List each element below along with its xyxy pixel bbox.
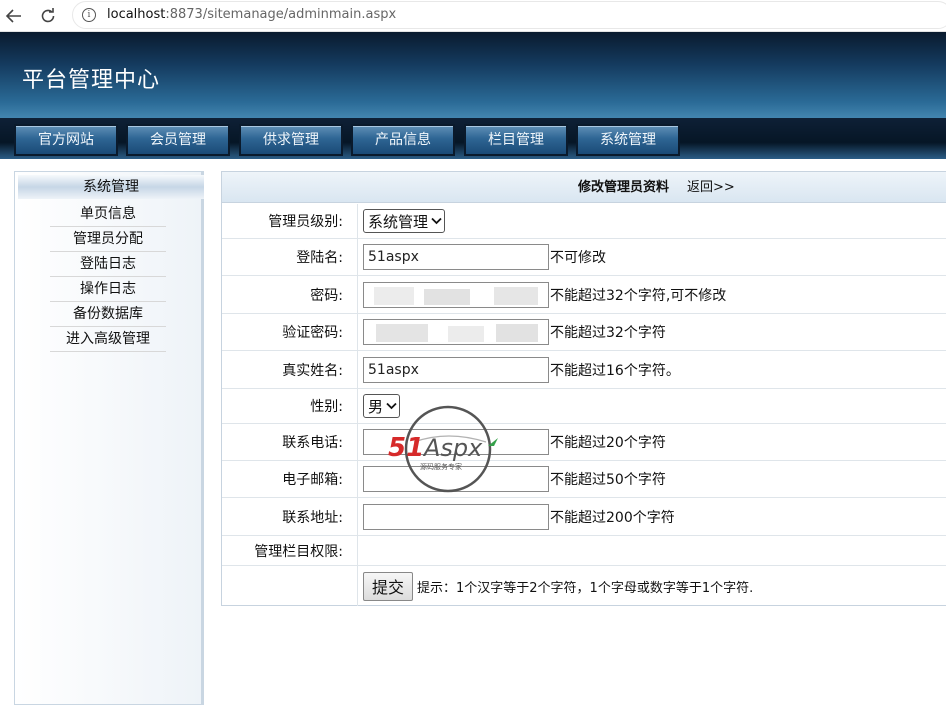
confirm-password-field: 不能超过32个字符 (359, 314, 946, 350)
site-header: 平台管理中心 官方网站 会员管理 供求管理 产品信息 栏目管理 系统管理 (0, 32, 946, 159)
password-hint: 不能超过32个字符,可不修改 (550, 287, 727, 304)
permissions-label: 管理栏目权限: (222, 536, 358, 565)
form-header: 修改管理员资料 返回>> (222, 172, 946, 203)
form-title: 修改管理员资料 (578, 180, 670, 195)
password-input[interactable] (363, 281, 549, 308)
chevron-down-icon (431, 215, 442, 228)
login-name-label: 登陆名: (222, 239, 358, 275)
real-name-label: 真实姓名: (222, 351, 358, 388)
confirm-password-hint: 不能超过32个字符 (550, 325, 666, 341)
watermark-logo: 51 Aspx 源码服务专家 (388, 404, 512, 494)
sidebar: 系统管理 单页信息 管理员分配 登陆日志 操作日志 备份数据库 进入高级管理 (14, 171, 204, 705)
url-path: :8873/sitemanage/adminmain.aspx (165, 7, 397, 22)
reload-icon[interactable] (36, 4, 60, 28)
confirm-password-input[interactable] (363, 319, 549, 345)
real-name-input[interactable] (363, 356, 549, 383)
sidebar-heading: 系统管理 (18, 175, 204, 199)
watermark-tagline: 源码服务专家 (420, 462, 462, 471)
address-input[interactable] (363, 503, 549, 530)
admin-level-field: 系统管理 (359, 204, 946, 238)
password-field: 不能超过32个字符,可不修改 (359, 276, 946, 313)
submit-row-label (222, 566, 358, 606)
sidebar-item-single-page[interactable]: 单页信息 (50, 202, 166, 227)
url-text: localhost:8873/sitemanage/adminmain.aspx (107, 7, 396, 22)
gender-value: 男 (368, 397, 384, 416)
phone-hint: 不能超过20个字符 (550, 435, 666, 451)
nav-member-management[interactable]: 会员管理 (126, 124, 230, 156)
sidebar-item-advanced-admin[interactable]: 进入高级管理 (50, 327, 166, 352)
phone-label: 联系电话: (222, 424, 358, 460)
row-permissions: 管理栏目权限: (222, 536, 946, 566)
admin-level-label: 管理员级别: (222, 204, 358, 238)
admin-level-value: 系统管理 (368, 212, 429, 231)
login-name-hint: 不可修改 (550, 250, 606, 266)
sidebar-item-login-log[interactable]: 登陆日志 (50, 252, 166, 277)
real-name-hint: 不能超过16个字符。 (550, 362, 680, 379)
url-host: localhost (107, 7, 166, 22)
submit-field: 提交 提示：1个汉字等于2个字符，1个字母或数字等于1个字符. (359, 566, 946, 606)
nav-product-info[interactable]: 产品信息 (351, 124, 455, 156)
row-admin-level: 管理员级别: 系统管理 (222, 204, 946, 239)
login-name-input[interactable] (363, 244, 549, 270)
nav-supply-demand[interactable]: 供求管理 (239, 124, 343, 156)
row-real-name: 真实姓名: 不能超过16个字符。 (222, 351, 946, 389)
edit-admin-form: 修改管理员资料 返回>> 管理员级别: 系统管理 登陆名: 不可修改 密码: (221, 171, 946, 606)
row-address: 联系地址: 不能超过200个字符 (222, 498, 946, 536)
nav-column-management[interactable]: 栏目管理 (464, 124, 568, 156)
page-title: 平台管理中心 (22, 68, 161, 93)
row-submit: 提交 提示：1个汉字等于2个字符，1个字母或数字等于1个字符. (222, 566, 946, 606)
sidebar-item-operation-log[interactable]: 操作日志 (50, 277, 166, 302)
row-login-name: 登陆名: 不可修改 (222, 239, 946, 276)
password-label: 密码: (222, 276, 358, 313)
permissions-field (359, 536, 946, 565)
sidebar-item-backup-db[interactable]: 备份数据库 (50, 302, 166, 327)
row-phone: 联系电话: 不能超过20个字符 (222, 424, 946, 461)
submit-hint: 提示：1个汉字等于2个字符，1个字母或数字等于1个字符. (417, 580, 754, 596)
nav-system-management[interactable]: 系统管理 (576, 124, 680, 156)
address-bar[interactable]: i localhost:8873/sitemanage/adminmain.as… (72, 1, 946, 29)
address-field: 不能超过200个字符 (359, 498, 946, 535)
address-hint: 不能超过200个字符 (550, 509, 675, 526)
row-confirm-password: 验证密码: 不能超过32个字符 (222, 314, 946, 351)
back-arrow-icon[interactable] (2, 4, 26, 28)
nav-official-site[interactable]: 官方网站 (14, 124, 118, 156)
email-hint: 不能超过50个字符 (550, 472, 666, 488)
back-link[interactable]: 返回>> (687, 172, 735, 204)
watermark-brand-aspx: Aspx (422, 434, 483, 462)
row-email: 电子邮箱: 不能超过50个字符 (222, 461, 946, 498)
submit-button[interactable]: 提交 (363, 571, 414, 601)
address-label: 联系地址: (222, 498, 358, 535)
row-gender: 性别: 男 (222, 389, 946, 424)
real-name-field: 不能超过16个字符。 (359, 351, 946, 388)
sidebar-item-admin-assign[interactable]: 管理员分配 (50, 227, 166, 252)
confirm-password-label: 验证密码: (222, 314, 358, 350)
login-name-field: 不可修改 (359, 239, 946, 275)
admin-level-select[interactable]: 系统管理 (363, 209, 446, 233)
browser-toolbar: i localhost:8873/sitemanage/adminmain.as… (0, 0, 946, 32)
email-label: 电子邮箱: (222, 461, 358, 497)
watermark-brand-51: 51 (388, 433, 424, 463)
site-info-icon[interactable]: i (82, 8, 96, 22)
row-password: 密码: 不能超过32个字符,可不修改 (222, 276, 946, 314)
gender-label: 性别: (222, 389, 358, 423)
